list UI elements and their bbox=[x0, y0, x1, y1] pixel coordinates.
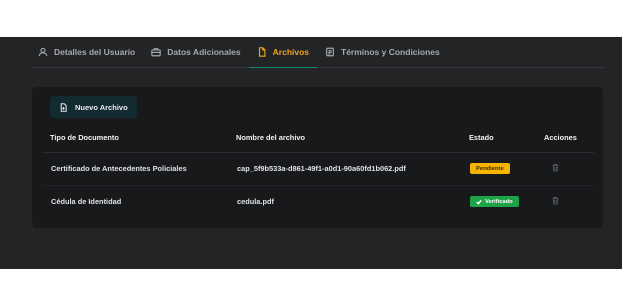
status-badge: Verificado bbox=[470, 196, 519, 208]
table-header-row: Tipo de Documento Nombre del archivo Est… bbox=[42, 124, 594, 153]
file-plus-icon bbox=[60, 102, 67, 112]
file-icon bbox=[258, 47, 266, 57]
tab-detalles-usuario[interactable]: Detalles del Usuario bbox=[32, 37, 143, 67]
file-name[interactable]: cap_5f9b533a-d861-49f1-a0d1-90a60fd1b062… bbox=[228, 152, 461, 186]
user-icon bbox=[38, 47, 48, 57]
files-card: Nuevo Archivo Tipo de Documento Nombre d… bbox=[32, 87, 603, 228]
new-file-button-label: Nuevo Archivo bbox=[75, 102, 128, 112]
trash-icon bbox=[552, 197, 559, 205]
file-name[interactable]: cedula.pdf bbox=[228, 185, 461, 218]
column-header-status: Estado bbox=[461, 124, 536, 153]
delete-button[interactable] bbox=[551, 163, 560, 174]
document-type: Cédula de Identidad bbox=[51, 197, 122, 207]
tab-datos-adicionales[interactable]: Datos Adicionales bbox=[143, 37, 248, 67]
column-header-type: Tipo de Documento bbox=[42, 124, 228, 153]
check-icon bbox=[476, 199, 482, 205]
tab-terminos-condiciones[interactable]: Términos y Condiciones bbox=[317, 37, 448, 67]
tab-label: Términos y Condiciones bbox=[341, 47, 440, 57]
column-header-actions: Acciones bbox=[536, 124, 594, 153]
tab-label: Detalles del Usuario bbox=[54, 47, 136, 57]
briefcase-icon bbox=[151, 48, 162, 57]
document-icon bbox=[326, 47, 334, 57]
document-type: Certificado de Antecedentes Policiales bbox=[42, 152, 228, 186]
user-profile-panel: Detalles del Usuario Datos Adicionales A… bbox=[0, 37, 622, 269]
table-row: Certificado de Antecedentes Policiales c… bbox=[42, 152, 594, 186]
tab-archivos[interactable]: Archivos bbox=[248, 37, 318, 68]
delete-button[interactable] bbox=[551, 196, 560, 207]
status-badge-label: Pendiente bbox=[476, 165, 504, 172]
status-badge: Pendiente bbox=[470, 163, 510, 175]
tab-label: Archivos bbox=[272, 47, 310, 57]
new-file-button[interactable]: Nuevo Archivo bbox=[50, 96, 137, 118]
table-row: Cédula de Identidad cedula.pdf Verificad… bbox=[42, 185, 594, 218]
tab-bar: Detalles del Usuario Datos Adicionales A… bbox=[32, 37, 604, 68]
column-header-name: Nombre del archivo bbox=[228, 124, 461, 153]
tab-label: Datos Adicionales bbox=[167, 47, 241, 57]
trash-icon bbox=[552, 163, 559, 172]
status-badge-label: Verificado bbox=[485, 198, 513, 205]
files-table: Tipo de Documento Nombre del archivo Est… bbox=[42, 124, 594, 218]
